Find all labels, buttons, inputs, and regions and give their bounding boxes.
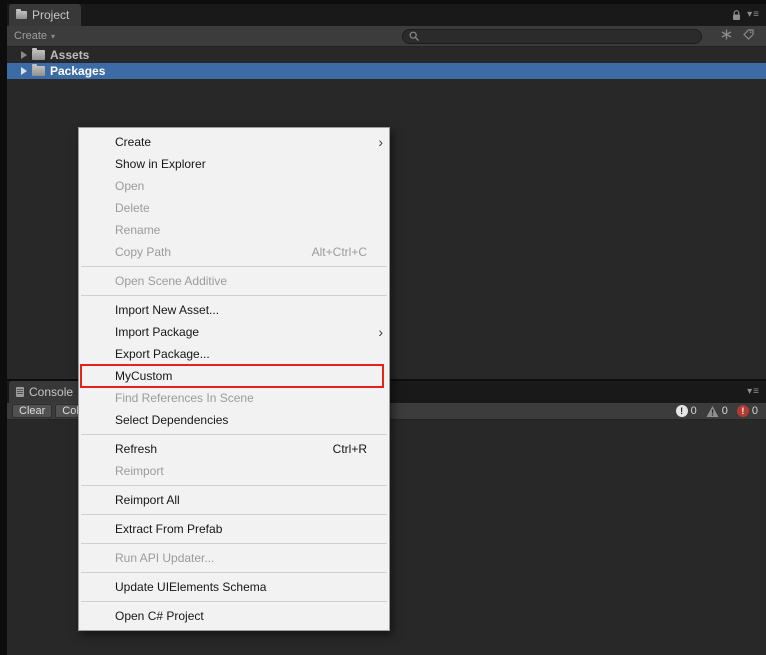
search-field[interactable] bbox=[402, 29, 702, 44]
submenu-arrow-icon: › bbox=[378, 324, 383, 340]
tree-item-packages[interactable]: Packages bbox=[7, 63, 766, 79]
menu-item-label: Select Dependencies bbox=[115, 413, 229, 427]
menu-item-run-api-updater: Run API Updater... bbox=[79, 547, 389, 569]
menu-item-delete: Delete bbox=[79, 197, 389, 219]
menu-separator bbox=[81, 295, 387, 296]
menu-separator bbox=[81, 543, 387, 544]
project-tabbar-icons: ▾≡ bbox=[732, 4, 760, 26]
menu-item-label: MyCustom bbox=[115, 369, 173, 383]
folder-icon bbox=[32, 48, 45, 60]
console-tabbar-icons: ▾≡ bbox=[747, 381, 760, 403]
menu-item-select-dependencies[interactable]: Select Dependencies bbox=[79, 409, 389, 431]
menu-item-find-references-in-scene: Find References In Scene bbox=[79, 387, 389, 409]
menu-item-label: Rename bbox=[115, 223, 161, 237]
menu-item-rename: Rename bbox=[79, 219, 389, 241]
menu-item-label: Refresh bbox=[115, 442, 158, 456]
tree-item-label: Packages bbox=[50, 64, 106, 78]
menu-item-label: Show in Explorer bbox=[115, 157, 206, 171]
tree-item-assets[interactable]: Assets bbox=[7, 47, 766, 63]
project-toolbar: Create ▾ bbox=[7, 26, 766, 47]
panel-menu-icon[interactable]: ▾≡ bbox=[747, 10, 760, 20]
search-by-type-icon[interactable] bbox=[721, 29, 732, 40]
menu-separator bbox=[81, 434, 387, 435]
menu-item-export-package[interactable]: Export Package... bbox=[79, 343, 389, 365]
foldout-arrow-icon[interactable] bbox=[21, 51, 27, 59]
menu-item-mycustom[interactable]: MyCustom bbox=[79, 364, 389, 388]
menu-item-label: Open C# Project bbox=[115, 609, 204, 623]
menu-item-label: Reimport bbox=[115, 464, 164, 478]
menu-item-refresh[interactable]: Refresh Ctrl+R bbox=[79, 438, 389, 460]
warning-icon bbox=[706, 405, 719, 417]
search-by-label-icon[interactable] bbox=[743, 29, 754, 40]
create-button-label: Create bbox=[14, 30, 48, 42]
menu-item-import-new-asset[interactable]: Import New Asset... bbox=[79, 299, 389, 321]
warning-count: 0 bbox=[721, 405, 728, 417]
submenu-arrow-icon: › bbox=[378, 134, 383, 150]
menu-separator bbox=[81, 485, 387, 486]
info-count-badge[interactable]: ! 0 bbox=[675, 405, 697, 417]
lock-icon[interactable] bbox=[732, 9, 741, 21]
foldout-arrow-icon[interactable] bbox=[21, 67, 27, 75]
tab-project[interactable]: Project bbox=[9, 4, 82, 26]
warning-count-badge[interactable]: 0 bbox=[706, 405, 728, 417]
menu-separator bbox=[81, 266, 387, 267]
info-count: 0 bbox=[690, 405, 697, 417]
context-menu: Create › Show in Explorer Open Delete Re… bbox=[78, 127, 390, 631]
menu-item-label: Update UIElements Schema bbox=[115, 580, 267, 594]
clear-button[interactable]: Clear bbox=[12, 404, 53, 418]
menu-item-copy-path: Copy Path Alt+Ctrl+C bbox=[79, 241, 389, 263]
panel-menu-icon[interactable]: ▾≡ bbox=[747, 387, 760, 397]
menu-item-label: Import New Asset... bbox=[115, 303, 220, 317]
project-tree: Assets Packages bbox=[7, 47, 766, 79]
menu-item-label: Delete bbox=[115, 201, 150, 215]
console-tab-label: Console bbox=[29, 385, 74, 399]
project-tabbar: Project ▾≡ bbox=[7, 4, 766, 26]
menu-item-open: Open bbox=[79, 175, 389, 197]
menu-item-open-scene-additive: Open Scene Additive bbox=[79, 270, 389, 292]
menu-item-shortcut: Alt+Ctrl+C bbox=[311, 245, 367, 259]
menu-separator bbox=[81, 514, 387, 515]
console-tab-icon bbox=[16, 387, 24, 397]
menu-item-reimport: Reimport bbox=[79, 460, 389, 482]
menu-item-show-in-explorer[interactable]: Show in Explorer bbox=[79, 153, 389, 175]
menu-item-import-package[interactable]: Import Package › bbox=[79, 321, 389, 343]
menu-item-label: Open bbox=[115, 179, 145, 193]
menu-item-extract-from-prefab[interactable]: Extract From Prefab bbox=[79, 518, 389, 540]
error-count-badge[interactable]: ! 0 bbox=[736, 405, 758, 417]
menu-item-label: Reimport All bbox=[115, 493, 180, 507]
menu-item-label: Run API Updater... bbox=[115, 551, 215, 565]
project-tab-label: Project bbox=[32, 8, 70, 22]
menu-item-label: Create bbox=[115, 135, 152, 149]
menu-item-label: Copy Path bbox=[115, 245, 172, 259]
error-icon: ! bbox=[736, 405, 749, 417]
error-count: 0 bbox=[751, 405, 758, 417]
menu-item-create[interactable]: Create › bbox=[79, 131, 389, 153]
info-icon: ! bbox=[675, 405, 688, 417]
tree-item-label: Assets bbox=[50, 48, 90, 62]
project-tab-icon bbox=[16, 9, 27, 19]
caret-down-icon: ▾ bbox=[51, 31, 56, 41]
menu-item-reimport-all[interactable]: Reimport All bbox=[79, 489, 389, 511]
menu-item-shortcut: Ctrl+R bbox=[332, 442, 367, 456]
menu-separator bbox=[81, 601, 387, 602]
search-icon bbox=[409, 31, 420, 42]
folder-icon bbox=[32, 64, 45, 76]
menu-item-label: Open Scene Additive bbox=[115, 274, 228, 288]
tab-console[interactable]: Console bbox=[9, 381, 86, 403]
console-counts: ! 0 0 ! 0 bbox=[675, 405, 758, 417]
menu-item-update-uielements-schema[interactable]: Update UIElements Schema bbox=[79, 576, 389, 598]
menu-separator bbox=[81, 572, 387, 573]
menu-item-label: Extract From Prefab bbox=[115, 522, 223, 536]
menu-item-label: Export Package... bbox=[115, 347, 210, 361]
menu-item-label: Import Package bbox=[115, 325, 200, 339]
project-toolbar-icons bbox=[721, 29, 754, 40]
search-input[interactable] bbox=[424, 30, 695, 43]
menu-item-label: Find References In Scene bbox=[115, 391, 254, 405]
menu-item-open-c-project[interactable]: Open C# Project bbox=[79, 605, 389, 627]
unity-editor-window: Project ▾≡ Create ▾ Assets Packages Cons… bbox=[0, 0, 766, 655]
create-button[interactable]: Create ▾ bbox=[14, 30, 55, 42]
